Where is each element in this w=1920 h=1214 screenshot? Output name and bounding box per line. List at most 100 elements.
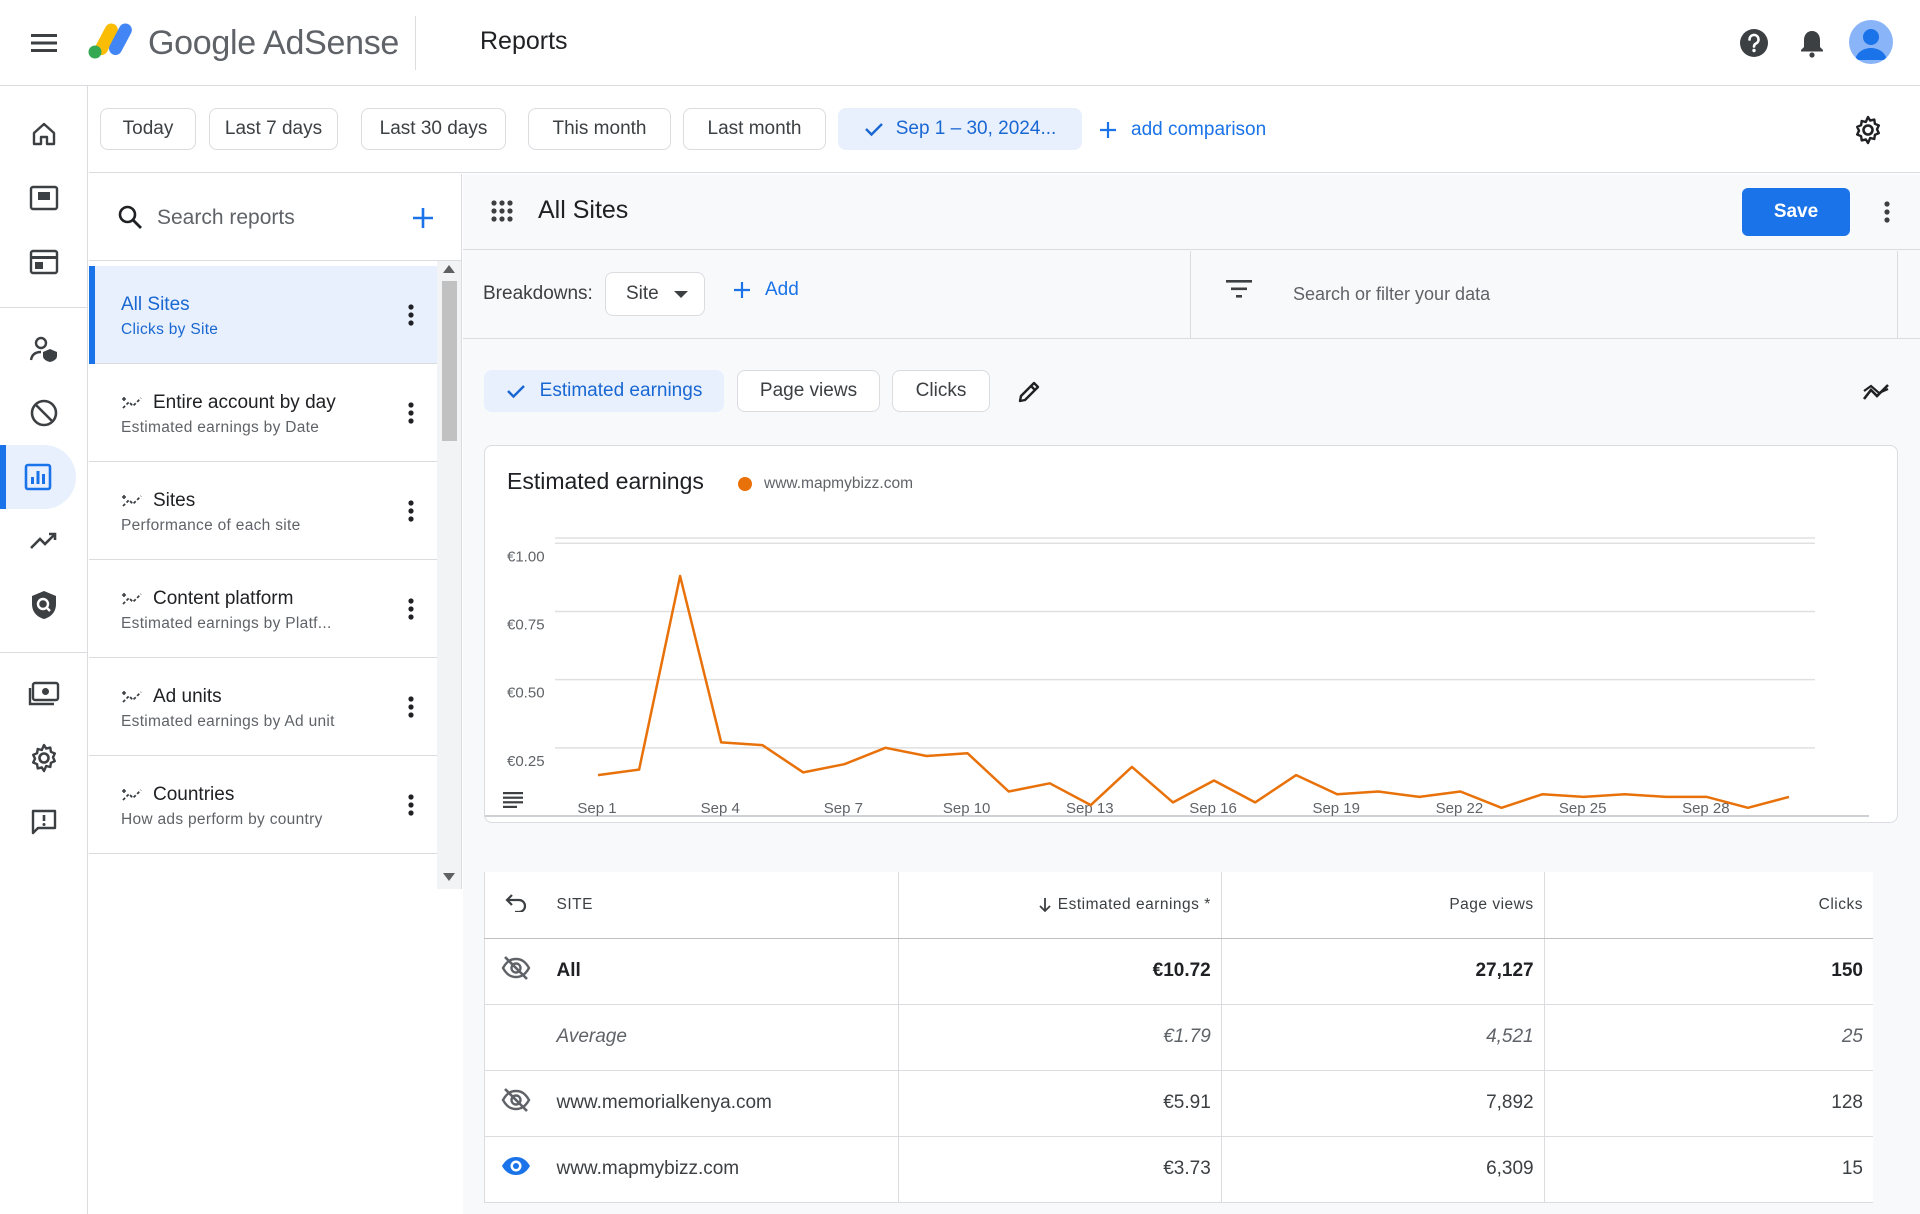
data-point[interactable] (1252, 799, 1258, 805)
data-point[interactable] (1293, 772, 1299, 778)
data-point[interactable] (1006, 788, 1012, 794)
date-range-selected[interactable]: Sep 1 – 30, 2024... (838, 108, 1082, 150)
more-vert-icon[interactable] (1869, 194, 1905, 230)
new-report-plus-icon[interactable] (405, 200, 441, 236)
edit-metrics-pencil-icon[interactable] (1011, 374, 1047, 410)
save-button[interactable]: Save (1742, 188, 1850, 236)
report-item-sites[interactable]: Sites Performance of each site (89, 462, 437, 560)
report-data-table: SITE Estimated earnings * Page views Cli… (484, 872, 1873, 1203)
report-item-countries[interactable]: Countries How ads perform by country (89, 756, 437, 854)
column-header-page-views[interactable]: Page views (1221, 872, 1545, 939)
filter-data-input[interactable] (1293, 277, 1853, 311)
data-point[interactable] (595, 772, 601, 778)
report-item-entire-account-by-day[interactable]: Entire account by day Estimated earnings… (89, 364, 437, 462)
add-comparison-label: add comparison (1131, 119, 1267, 140)
help-icon[interactable] (1735, 24, 1773, 62)
data-point[interactable] (1663, 794, 1669, 800)
data-point[interactable] (1786, 794, 1792, 800)
data-point[interactable] (1457, 788, 1463, 794)
privacy-messaging-icon[interactable] (0, 317, 88, 381)
date-preset-this-month[interactable]: This month (528, 108, 671, 150)
account-avatar[interactable] (1849, 20, 1893, 64)
search-icon (117, 204, 143, 230)
home-icon[interactable] (0, 102, 88, 166)
metric-chip-page-views[interactable]: Page views (737, 370, 880, 412)
sites-icon[interactable] (0, 166, 88, 230)
ads-icon[interactable] (0, 230, 88, 294)
account-settings-gear-icon[interactable] (0, 726, 88, 790)
more-vert-icon[interactable] (393, 493, 429, 529)
column-header-estimated-earnings[interactable]: Estimated earnings * (898, 872, 1222, 939)
data-point[interactable] (1416, 794, 1422, 800)
data-point[interactable] (1375, 788, 1381, 794)
metric-chip-clicks[interactable]: Clicks (892, 370, 990, 412)
apps-grid-icon[interactable] (491, 200, 513, 222)
data-point[interactable] (718, 739, 724, 745)
date-range-label: Sep 1 – 30, 2024... (895, 118, 1057, 139)
optimization-trend-icon[interactable] (0, 509, 88, 573)
data-point[interactable] (1704, 794, 1710, 800)
data-point[interactable] (1745, 805, 1751, 811)
data-point[interactable] (1334, 791, 1340, 797)
date-preset-today[interactable]: Today (100, 108, 196, 150)
more-vert-icon[interactable] (393, 689, 429, 725)
data-point[interactable] (636, 767, 642, 773)
data-point[interactable] (1540, 791, 1546, 797)
data-point[interactable] (1211, 778, 1217, 784)
column-header-site[interactable]: SITE (546, 872, 899, 939)
notifications-bell-icon[interactable] (1793, 24, 1831, 62)
metric-chip-estimated-earnings[interactable]: Estimated earnings (484, 370, 724, 412)
report-item-content-platform[interactable]: Content platform Estimated earnings by P… (89, 560, 437, 658)
reports-scrollbar[interactable] (437, 261, 461, 889)
add-breakdown-button[interactable]: Add (733, 279, 799, 301)
report-item-all-sites[interactable]: All Sites Clicks by Site (89, 266, 437, 364)
scroll-down-arrow-icon[interactable] (443, 873, 455, 881)
blocking-controls-icon[interactable] (0, 381, 88, 445)
report-settings-gear-icon[interactable] (1849, 111, 1887, 149)
column-header-clicks[interactable]: Clicks (1544, 872, 1873, 939)
report-item-ad-units[interactable]: Ad units Estimated earnings by Ad unit (89, 658, 437, 756)
menu-icon[interactable] (26, 25, 62, 61)
data-point[interactable] (965, 750, 971, 756)
data-point[interactable] (882, 745, 888, 751)
add-comparison-button[interactable]: add comparison (1099, 115, 1266, 145)
reports-icon[interactable] (0, 445, 76, 509)
data-point[interactable] (677, 573, 683, 579)
page-title: Reports (480, 27, 568, 55)
data-point[interactable] (1581, 794, 1587, 800)
data-point[interactable] (759, 742, 765, 748)
visibility-off-icon[interactable] (501, 955, 531, 981)
data-point[interactable] (800, 769, 806, 775)
scroll-thumb[interactable] (442, 281, 457, 441)
filter-icon[interactable] (1226, 279, 1252, 299)
scroll-up-arrow-icon[interactable] (443, 265, 455, 273)
more-vert-icon[interactable] (393, 395, 429, 431)
brand-safety-icon[interactable] (0, 573, 88, 637)
data-point[interactable] (1047, 780, 1053, 786)
data-point[interactable] (1088, 802, 1094, 808)
data-point[interactable] (1129, 764, 1135, 770)
more-vert-icon[interactable] (393, 297, 429, 333)
more-vert-icon[interactable] (393, 787, 429, 823)
feedback-icon[interactable] (0, 790, 88, 854)
search-reports-input[interactable] (157, 202, 387, 234)
visibility-off-icon[interactable] (501, 1087, 531, 1113)
data-point[interactable] (841, 761, 847, 767)
data-point[interactable] (924, 753, 930, 759)
undo-icon[interactable] (504, 892, 528, 913)
chart-type-trend-icon[interactable] (1859, 374, 1895, 410)
visibility-on-icon[interactable] (501, 1155, 531, 1177)
check-icon (864, 123, 883, 137)
date-preset-last-month[interactable]: Last month (683, 108, 826, 150)
payments-icon[interactable] (0, 662, 88, 726)
data-point[interactable] (1499, 805, 1505, 811)
data-point[interactable] (1622, 791, 1628, 797)
chart-data-table-icon[interactable] (499, 786, 527, 814)
more-vert-icon[interactable] (393, 591, 429, 627)
date-preset-last-30-days[interactable]: Last 30 days (361, 108, 506, 150)
breakdown-site-select[interactable]: Site (605, 272, 705, 316)
data-point[interactable] (1170, 799, 1176, 805)
table-row[interactable]: www.memorialkenya.com €5.91 7,892 128 (484, 1070, 1873, 1137)
date-preset-last-7-days[interactable]: Last 7 days (209, 108, 338, 150)
table-row[interactable]: www.mapmybizz.com €3.73 6,309 15 (484, 1136, 1873, 1203)
